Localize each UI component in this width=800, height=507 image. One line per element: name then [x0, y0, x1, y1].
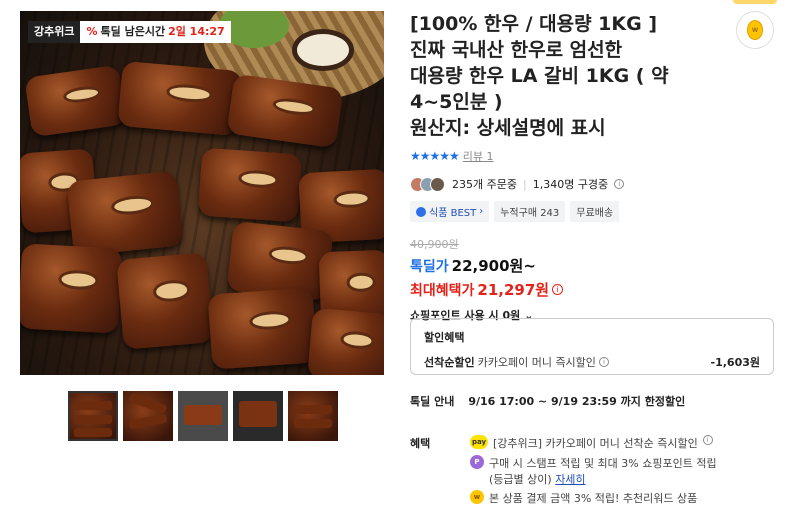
time-label: 톡딜 남은시간 [100, 25, 166, 38]
deal-price: 22,900원~ [451, 257, 536, 275]
perk-text-block: 구매 시 스탬프 적립 및 최대 3% 쇼핑포인트 적립 (등급별 상이) 자세… [489, 455, 717, 487]
perk-item: pay [강추위크] 카카오페이 머니 선착순 즉시할인 i [470, 435, 780, 451]
best-tag-label: 식품 BEST [429, 208, 477, 219]
divider: | [522, 177, 527, 191]
rib-piece [66, 170, 184, 257]
rib-piece [207, 287, 318, 370]
perk-text: 구매 시 스탬프 적립 및 최대 3% 쇼핑포인트 적립 [489, 457, 717, 470]
rib-piece [197, 147, 303, 223]
thumb-4[interactable] [233, 391, 283, 441]
point-p-icon: P [470, 455, 484, 469]
rib-piece [307, 307, 384, 375]
deal-info: 톡딜 안내 9/16 17:00 ~ 9/19 23:59 까지 한정할인 [410, 393, 685, 409]
thumb-1[interactable] [68, 391, 118, 441]
time-badge: % 톡딜 남은시간 2일 14:27 [80, 21, 231, 43]
best-badge-icon [416, 206, 426, 217]
rating-row: ★★★★★ 리뷰 1 [410, 148, 780, 164]
max-benefit-row: 최대혜택가 21,297원 i [410, 279, 780, 300]
best-tag[interactable]: 식품 BEST › [410, 201, 490, 222]
perk-text-sub: (등급별 상이) [489, 473, 552, 486]
title-line: 진짜 국내산 한우로 엄선한 [410, 39, 623, 61]
perk-text: [강추위크] 카카오페이 머니 선착순 즉시할인 [493, 437, 698, 450]
coin-icon: w [747, 20, 763, 40]
info-icon[interactable]: i [614, 179, 625, 189]
thumb-3[interactable] [178, 391, 228, 441]
max-benefit-price: 21,297원 [477, 281, 550, 299]
star-rating-icon: ★★★★★ [410, 149, 460, 163]
perk-item: P 구매 시 스탬프 적립 및 최대 3% 쇼핑포인트 적립 (등급별 상이) … [470, 455, 780, 487]
thumbnail-strip [68, 391, 338, 441]
viewer-count: 1,340명 구경중 [532, 178, 609, 191]
floating-badge-top [733, 0, 777, 4]
kakaopay-icon: pay [470, 435, 488, 449]
discount-box: 할인혜택 선착순할인 카카오페이 머니 즉시할인 i -1,603원 [410, 318, 774, 375]
review-link[interactable]: 리뷰 1 [463, 148, 494, 164]
title-line: 대용량 한우 LA 갈비 1KG ( 약 [410, 65, 669, 87]
avatar [430, 176, 445, 192]
floating-reward-button[interactable]: w [736, 11, 774, 49]
product-info: [100% 한우 / 대용량 1KG ] 진짜 국내산 한우로 엄선한 대용량 … [410, 11, 780, 323]
perks-label: 혜택 [410, 437, 431, 450]
deal-price-row: 톡딜가 22,900원~ [410, 255, 780, 276]
discount-row-value: 카카오페이 머니 즉시할인 [477, 356, 596, 369]
main-product-image[interactable] [20, 11, 384, 375]
order-stats: 235개 주문중 | 1,340명 구경중 i [410, 176, 780, 192]
shipping-tag: 무료배송 [570, 201, 620, 222]
time-value: 2일 14:27 [168, 25, 225, 38]
order-count: 235개 주문중 [452, 178, 517, 191]
thumb-2[interactable] [123, 391, 173, 441]
original-price: 40,900원 [410, 238, 459, 251]
coin-icon: w [470, 490, 484, 504]
discount-row-label: 선착순할인 [424, 356, 475, 369]
info-icon[interactable]: i [598, 357, 609, 367]
discount-header: 할인혜택 [424, 331, 465, 344]
info-icon[interactable]: i [702, 435, 713, 445]
discount-amount: -1,603원 [710, 356, 760, 369]
rib-piece [117, 60, 243, 137]
perk-text: 본 상품 결제 금액 3% 적립! 추천리워드 상품 [489, 492, 698, 505]
deal-label: 톡딜가 [410, 259, 449, 275]
details-link[interactable]: 자세히 [555, 473, 585, 486]
rib-piece [116, 252, 214, 350]
title-line: [100% 한우 / 대용량 1KG ] [410, 13, 658, 35]
rib-piece [20, 243, 123, 334]
title-line: 4~5인분 ) [410, 91, 503, 113]
percent-icon: % [86, 25, 98, 38]
product-title: [100% 한우 / 대용량 1KG ] 진짜 국내산 한우로 엄선한 대용량 … [410, 11, 715, 141]
thumb-5[interactable] [288, 391, 338, 441]
cumulative-tag: 누적구매 243 [494, 201, 566, 222]
chevron-right-icon: › [479, 206, 484, 217]
image-badges: 강추위크 % 톡딜 남은시간 2일 14:27 [28, 21, 231, 43]
garlic-bowl [292, 29, 354, 71]
discount-row: 선착순할인 카카오페이 머니 즉시할인 i -1,603원 [424, 354, 760, 370]
brand-badge: 강추위크 [28, 21, 81, 43]
title-line: 원산지: 상세설명에 표시 [410, 117, 606, 139]
perk-item: w 본 상품 결제 금액 3% 적립! 추천리워드 상품 [470, 490, 780, 506]
deal-info-label: 톡딜 안내 [410, 395, 455, 408]
deal-info-value: 9/16 17:00 ~ 9/19 23:59 까지 한정할인 [468, 395, 686, 408]
buyer-avatars [410, 176, 445, 192]
info-icon[interactable]: i [552, 284, 564, 295]
max-benefit-label: 최대혜택가 [410, 282, 475, 299]
tag-list: 식품 BEST › 누적구매 243 무료배송 [410, 201, 780, 222]
